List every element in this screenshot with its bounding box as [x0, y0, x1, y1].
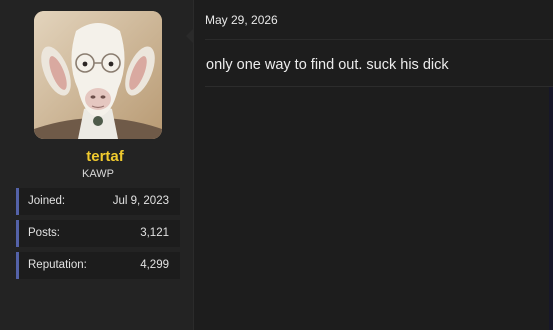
stat-value: 3,121 — [140, 227, 169, 239]
user-sidebar: tertaf KAWP Joined: Jul 9, 2023 Posts: 3… — [0, 0, 194, 330]
stat-posts: Posts: 3,121 — [16, 220, 180, 247]
post-pointer-arrow — [186, 28, 194, 44]
user-title: KAWP — [82, 168, 114, 180]
post-date[interactable]: May 29, 2026 — [205, 13, 278, 27]
stat-value: Jul 9, 2023 — [112, 195, 169, 207]
username[interactable]: tertaf — [0, 148, 210, 165]
scrollbar-edge[interactable] — [549, 87, 553, 330]
stat-value: 4,299 — [140, 259, 169, 271]
stat-joined: Joined: Jul 9, 2023 — [16, 188, 180, 215]
goat-avatar-image — [34, 11, 162, 139]
stat-label: Reputation: — [28, 259, 87, 271]
post-body: only one way to find out. suck his dick — [206, 57, 449, 73]
post-divider — [205, 86, 553, 87]
user-avatar[interactable] — [34, 11, 162, 139]
stat-label: Posts: — [28, 227, 60, 239]
stat-label: Joined: — [28, 195, 66, 207]
stat-reputation: Reputation: 4,299 — [16, 252, 180, 279]
post-header-divider — [205, 39, 553, 40]
